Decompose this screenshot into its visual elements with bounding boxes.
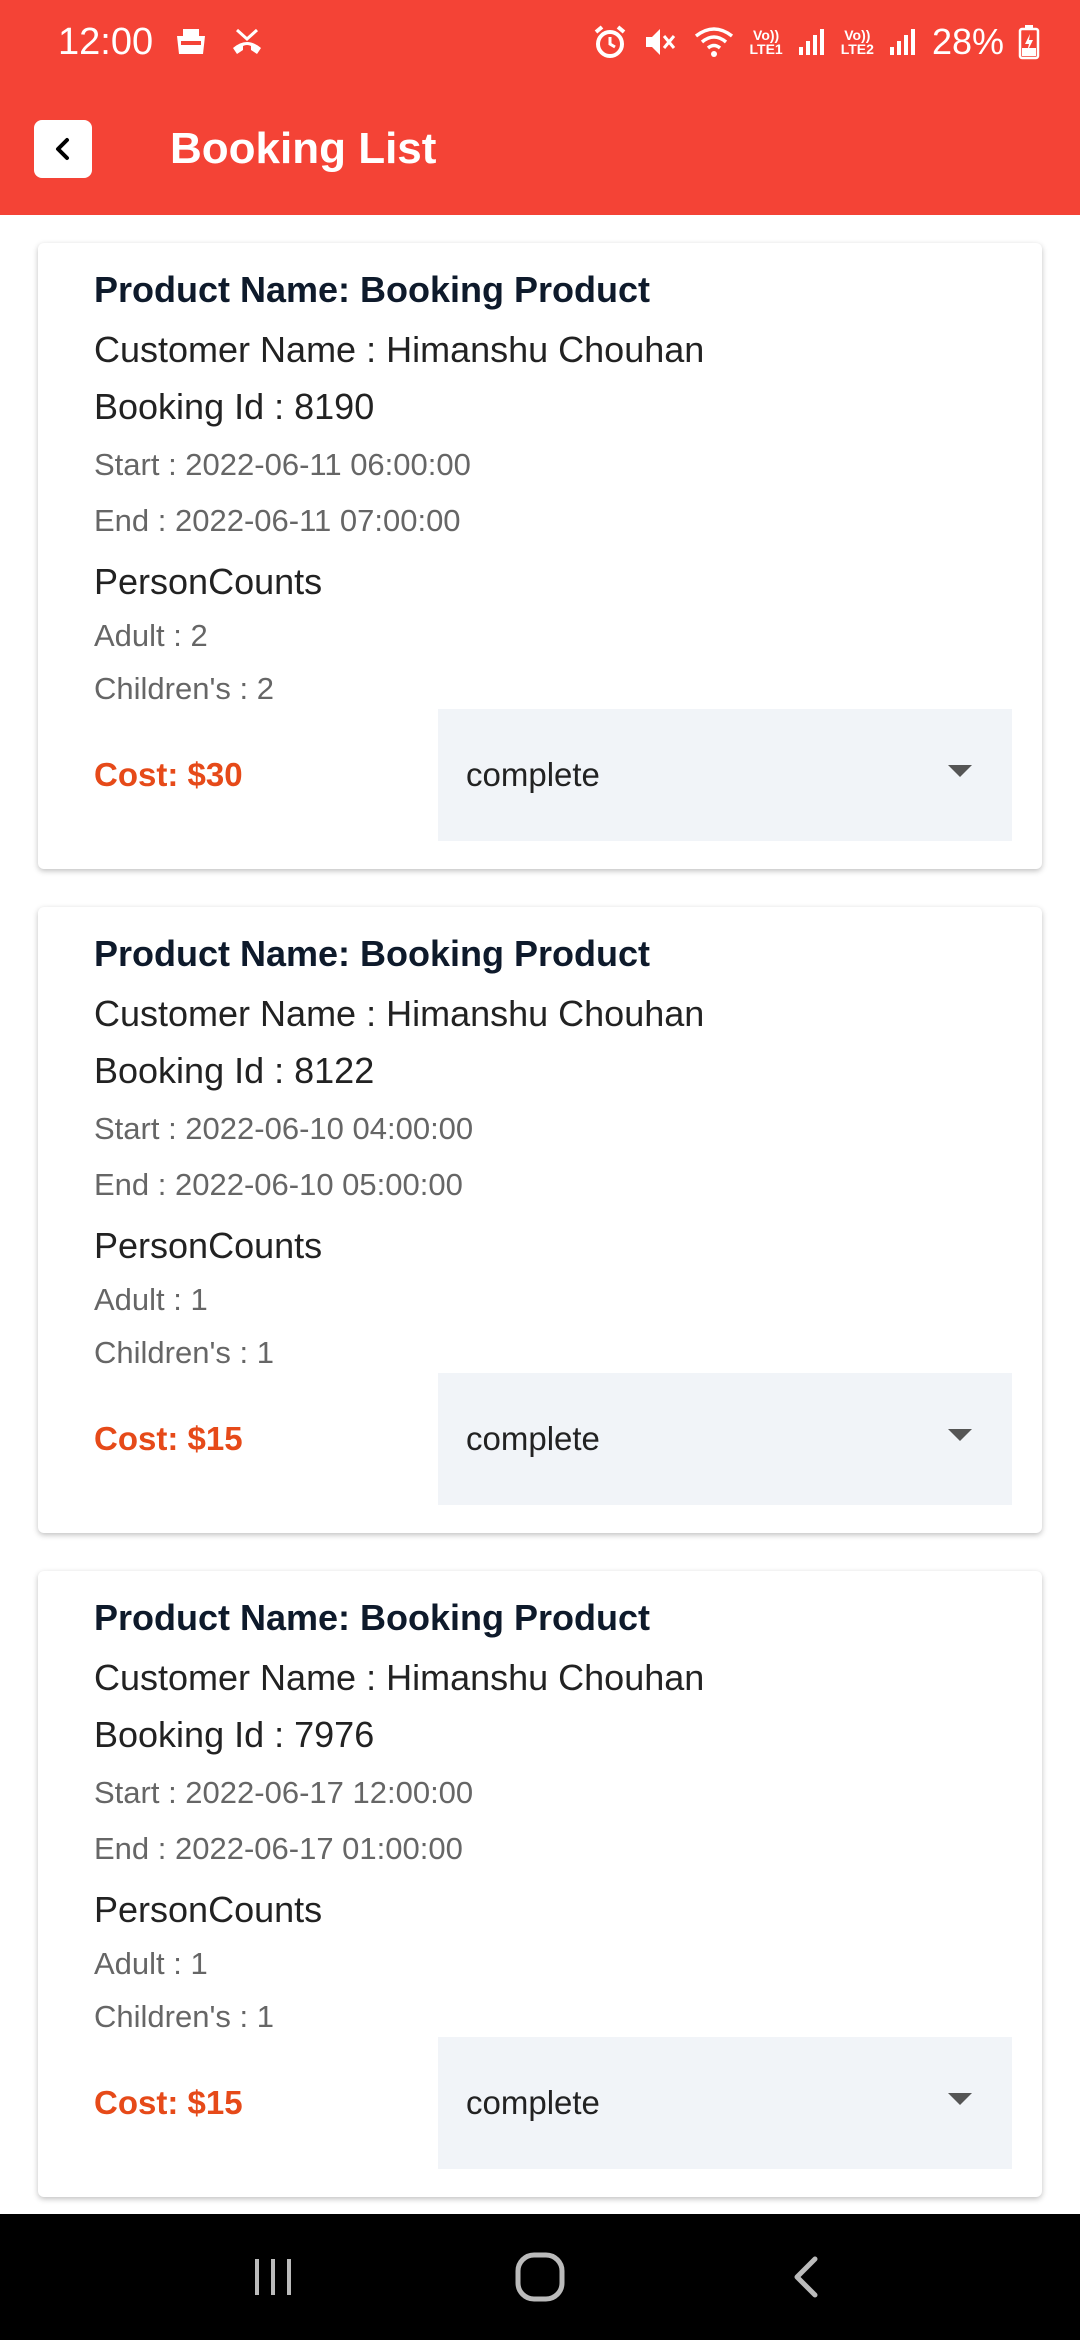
sim1-label: Vo)) LTE1 <box>750 28 783 56</box>
booking-card[interactable]: Product Name: Booking Product Customer N… <box>38 907 1042 1533</box>
adult-count: Adult : 1 <box>94 1946 208 1981</box>
system-nav-bar <box>0 2214 1080 2340</box>
recent-apps-icon <box>255 2259 292 2295</box>
sim2-text: LTE2 <box>840 41 874 57</box>
start-time: Start : 2022-06-17 12:00:00 <box>94 1775 474 1810</box>
signal-icon-2 <box>888 27 918 57</box>
wifi-icon <box>692 24 736 60</box>
recent-apps-button[interactable] <box>213 2227 333 2327</box>
customer-name: Customer Name : Himanshu Chouhan <box>94 329 705 370</box>
status-dropdown[interactable]: complete <box>438 2037 1012 2169</box>
booking-cost: Cost: $30 <box>94 756 243 793</box>
booking-cost: Cost: $15 <box>94 1420 243 1457</box>
children-count: Children's : 2 <box>94 671 274 706</box>
signal-icon <box>797 27 827 57</box>
children-count: Children's : 1 <box>94 1335 274 1370</box>
booking-cost: Cost: $15 <box>94 2084 243 2121</box>
customer-name: Customer Name : Himanshu Chouhan <box>94 993 705 1034</box>
start-time: Start : 2022-06-10 04:00:00 <box>94 1111 474 1146</box>
battery-icon <box>1018 24 1040 60</box>
end-time: End : 2022-06-10 05:00:00 <box>94 1167 463 1202</box>
booking-id: Booking Id : 7976 <box>94 1714 375 1755</box>
person-counts-heading: PersonCounts <box>94 561 323 602</box>
battery-percent: 28% <box>931 21 1004 62</box>
mute-icon <box>642 24 678 60</box>
booking-list[interactable]: Product Name: Booking Product Customer N… <box>0 215 1080 2215</box>
status-dropdown-value: complete <box>466 2084 600 2121</box>
adult-count: Adult : 2 <box>94 618 208 653</box>
missed-call-icon <box>229 26 265 58</box>
status-dropdown[interactable]: complete <box>438 1373 1012 1505</box>
booking-id: Booking Id : 8190 <box>94 386 375 427</box>
person-counts-heading: PersonCounts <box>94 1889 323 1930</box>
end-time: End : 2022-06-11 07:00:00 <box>94 503 461 538</box>
chevron-left-icon <box>56 138 69 160</box>
sim1-text: LTE1 <box>749 41 783 57</box>
back-icon <box>794 2256 818 2298</box>
person-counts-heading: PersonCounts <box>94 1225 323 1266</box>
home-icon <box>515 2252 565 2302</box>
sim2-label: Vo)) LTE2 <box>841 28 874 56</box>
product-name: Product Name: Booking Product <box>94 933 651 974</box>
status-time: 12:00 <box>58 20 154 63</box>
status-dropdown-value: complete <box>466 1420 600 1457</box>
adult-count: Adult : 1 <box>94 1282 208 1317</box>
notification-icon <box>173 26 209 58</box>
status-dropdown-value: complete <box>466 756 600 793</box>
volte-label-2: Vo)) <box>844 27 871 43</box>
end-time: End : 2022-06-17 01:00:00 <box>94 1831 463 1866</box>
booking-card[interactable]: Product Name: Booking Product Customer N… <box>38 1571 1042 2197</box>
alarm-icon <box>592 24 628 60</box>
children-count: Children's : 1 <box>94 1999 274 2034</box>
start-time: Start : 2022-06-11 06:00:00 <box>94 447 471 482</box>
volte-label: Vo)) <box>753 27 780 43</box>
dropdown-arrow-icon <box>948 2093 972 2105</box>
status-bar: 12:00 Vo)) LTE1 Vo)) LTE2 28% <box>0 0 1080 84</box>
customer-name: Customer Name : Himanshu Chouhan <box>94 1657 705 1698</box>
status-dropdown[interactable]: complete <box>438 709 1012 841</box>
dropdown-arrow-icon <box>948 765 972 777</box>
page-title: Booking List <box>170 124 437 173</box>
system-back-button[interactable] <box>747 2227 867 2327</box>
dropdown-arrow-icon <box>948 1429 972 1441</box>
booking-id: Booking Id : 8122 <box>94 1050 375 1091</box>
product-name: Product Name: Booking Product <box>94 1597 651 1638</box>
app-bar: Booking List <box>0 84 1080 215</box>
home-button[interactable] <box>480 2227 600 2327</box>
product-name: Product Name: Booking Product <box>94 269 651 310</box>
booking-card[interactable]: Product Name: Booking Product Customer N… <box>38 243 1042 869</box>
back-button[interactable] <box>34 120 92 178</box>
